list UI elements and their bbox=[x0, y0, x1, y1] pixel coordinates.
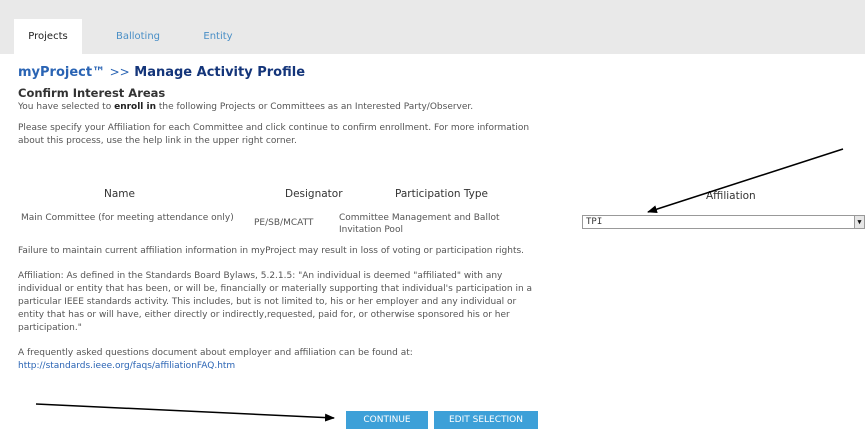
annotation-arrows bbox=[35, 148, 844, 422]
annotation-arrow-continue bbox=[35, 403, 335, 422]
annotation-arrow-affiliation bbox=[647, 148, 844, 214]
